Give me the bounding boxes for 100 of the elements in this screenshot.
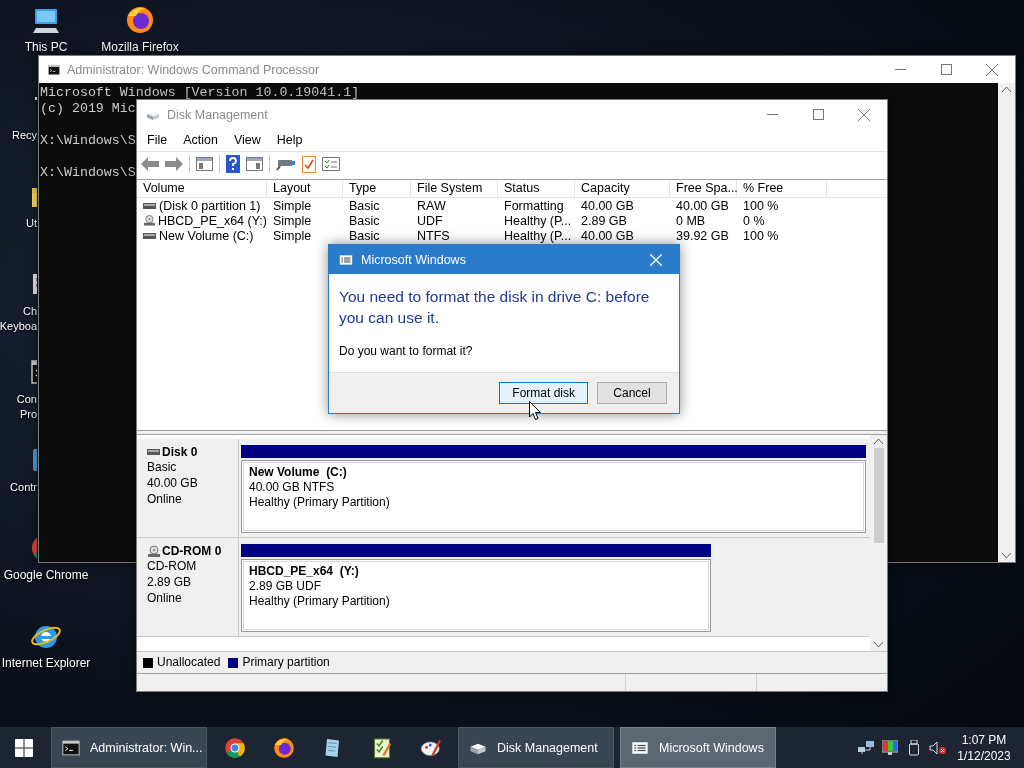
desktop-icon-label[interactable]: Ut [26,216,37,231]
legend-label: Unallocated [157,655,221,670]
scroll-down-icon[interactable] [874,642,883,647]
table-cell: UDF [417,212,443,229]
scrollbar[interactable] [998,83,1015,562]
table-cell: 2.89 GB [581,212,627,229]
maximize-icon[interactable] [812,109,824,120]
desktop-icon-label[interactable]: Mozilla Firefox [101,40,179,55]
table-cell: 39.92 GB [676,227,729,244]
taskbar-button[interactable]: Microsoft Windows [620,727,776,768]
table-cell: 0 MB [676,212,706,229]
maximize-icon[interactable] [940,64,952,75]
table-cell-text: New Volume (C:) [159,228,254,244]
scroll-up-icon[interactable] [874,439,883,444]
scrollbar[interactable] [870,435,887,651]
cd-drive-icon [147,544,160,558]
table-cell-text: Simple [273,213,312,229]
desktop-icon-label[interactable]: Google Chrome [3,568,89,583]
menu-item[interactable]: File [139,131,176,149]
partition-size: 2.89 GB UDF [249,579,323,594]
cancel-button[interactable]: Cancel [597,382,667,404]
partition-panel[interactable]: New Volume (C:) 40.00 GB NTFS Healthy (Primary Partition) [241,460,866,533]
partition-status: Healthy (Primary Partition) [249,594,391,609]
table-cell-text: Healthy (P... [504,213,572,229]
column-header[interactable]: Capacity [575,180,670,197]
table-cell: Basic [349,212,380,229]
display-icon[interactable] [882,740,898,755]
table-cell: Simple [273,197,312,214]
column-header[interactable]: Free Spa... [670,180,737,197]
menu-item[interactable]: View [225,131,269,149]
disk-type: CD-ROM [147,559,198,574]
scroll-up-icon[interactable] [1002,87,1011,92]
usb-drive-icon[interactable] [909,739,919,756]
desktop-icon-label[interactable]: Ch Keyboa [0,304,37,334]
back-arrow-icon[interactable] [141,157,159,171]
panel-icon[interactable] [196,157,213,171]
column-header[interactable]: File System [411,180,498,197]
drive-icon [143,232,156,239]
menu-item[interactable]: Action [175,131,226,149]
console-line: (c) 2019 Mic [40,101,136,117]
dialog-title: Microsoft Windows [361,252,467,267]
help-icon[interactable] [226,155,240,173]
disk-size: 2.89 GB [147,575,193,590]
desktop-icon-label[interactable]: Contr [10,480,37,495]
dialog-question: Do you want to format it? [339,344,474,358]
console-line: X:\Windows\S [40,133,136,149]
drive-icon [143,202,156,209]
column-header[interactable]: Volume [137,180,267,197]
window-title: Disk Management [167,107,269,122]
table-cell-text: HBCD_PE_x64 (Y:) [157,213,267,229]
forward-arrow-icon[interactable] [165,157,183,171]
panel-icon[interactable] [246,157,263,171]
desktop-icon-label[interactable]: This PC [24,40,68,55]
table-cell: 40.00 GB [676,197,729,214]
column-header[interactable]: % Free [737,180,827,197]
firefox-icon[interactable] [124,4,156,36]
taskbar-button[interactable]: Administrator: Win... [51,727,207,768]
format-button[interactable]: Format disk [499,382,588,404]
table-cell: NTFS [417,227,450,244]
speaker-muted-icon[interactable] [929,740,947,755]
table-cell: 40.00 GB [581,227,634,244]
legend-label: Primary partition [242,655,330,670]
minimize-icon[interactable] [766,114,778,115]
connect-icon[interactable] [276,157,296,171]
column-header[interactable]: Status [498,180,575,197]
table-cell: (Disk 0 partition 1) [159,197,261,214]
desktop-icon-label[interactable]: Recy [11,128,37,143]
table-cell: Basic [349,227,380,244]
cd-drive-icon [143,214,155,227]
disk-status: Online [147,591,183,606]
partition-status: Healthy (Primary Partition) [249,495,391,510]
table-cell-text: Healthy (P... [504,228,572,244]
disk-size: 40.00 GB [147,476,199,491]
minimize-icon[interactable] [894,69,906,70]
console-line: X:\Windows\S [40,165,136,181]
drive-icon [147,449,160,455]
firefox-icon[interactable] [271,735,296,760]
disk-name: Disk 0 [162,445,198,459]
close-icon[interactable] [858,108,870,121]
network-icon[interactable] [858,740,874,755]
table-cell: 100 % [743,197,779,214]
column-header[interactable]: Layout [267,180,343,197]
check-document-icon[interactable] [302,155,316,173]
column-header[interactable]: Type [343,180,411,197]
close-icon[interactable] [986,63,998,76]
table-cell: Basic [349,197,380,214]
start-icon[interactable] [15,738,33,757]
window-title: Administrator: Windows Command Processor [67,62,321,77]
partition-panel[interactable]: HBCD_PE_x64 (Y:) 2.89 GB UDF Healthy (Primary Partition) [241,559,711,632]
clock[interactable]: 1:07 PM 1/12/2023 [952,731,1016,764]
menu-item[interactable]: Help [268,131,311,149]
dialog-message: You need to format the disk in drive C: before you can use it. [339,287,651,328]
table-cell: 100 % [743,227,779,244]
desktop-icon-label[interactable]: Con Pro [16,392,37,422]
taskbar-button[interactable]: Disk Management [458,727,614,768]
table-cell: RAW [417,197,446,214]
console-line: Microsoft Windows [Version 10.0.19041.1] [40,85,360,101]
desktop-icon-label[interactable]: Internet Explorer [1,656,91,671]
scroll-down-icon[interactable] [1002,553,1011,558]
checklist-icon[interactable] [322,157,340,171]
